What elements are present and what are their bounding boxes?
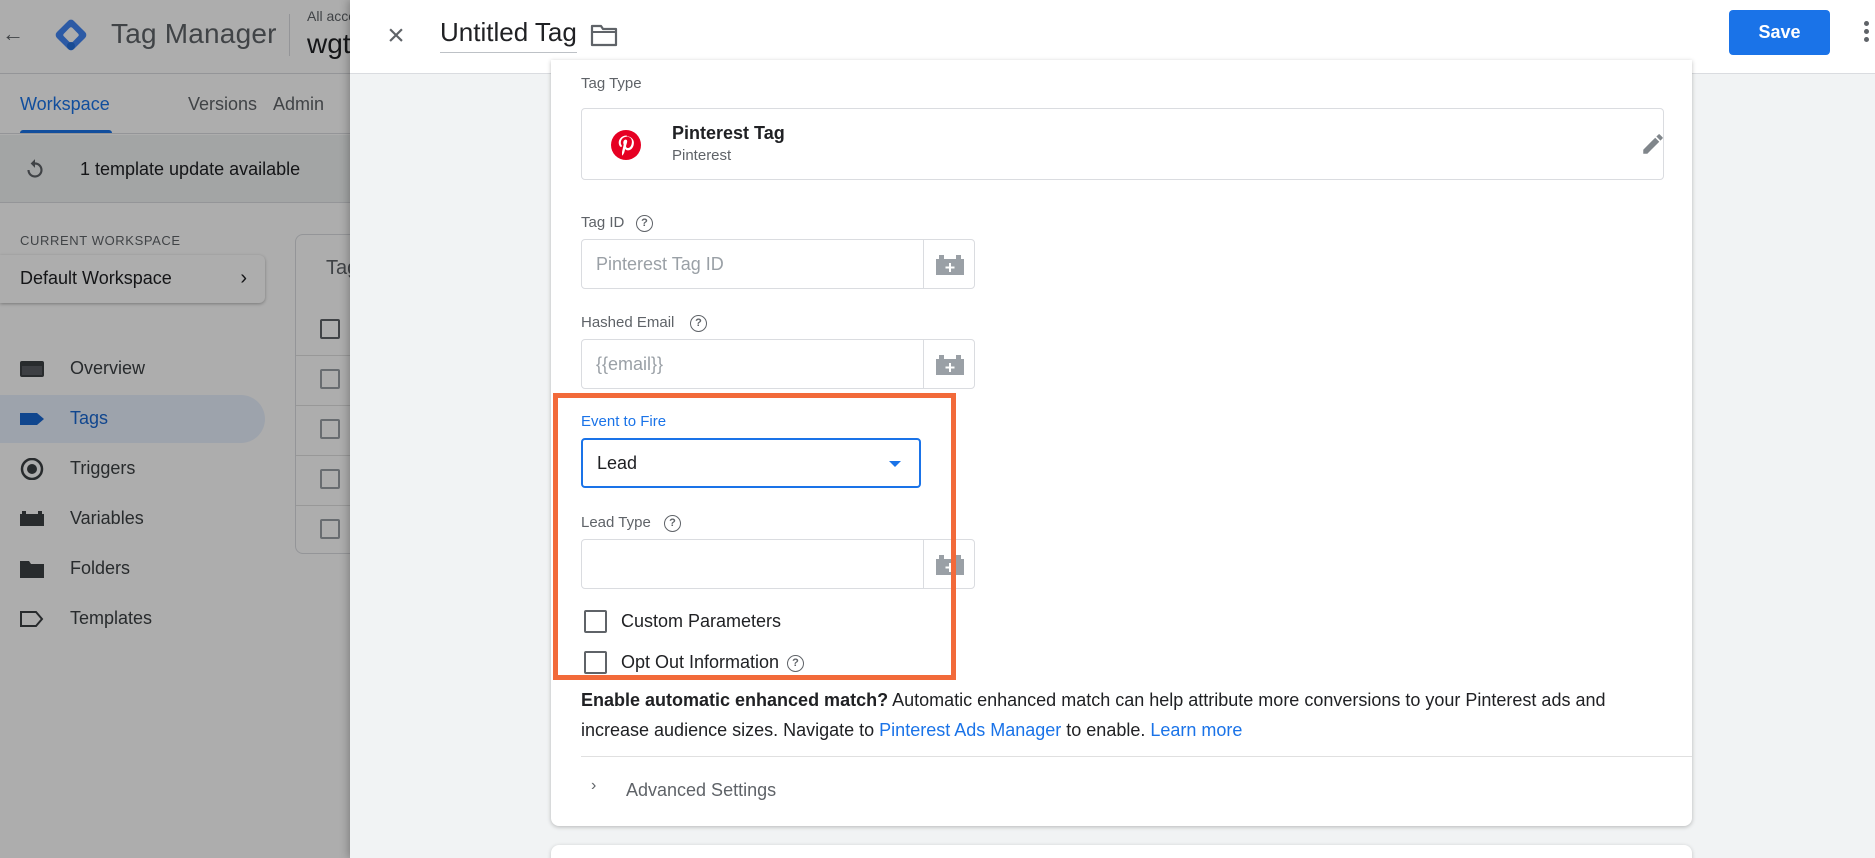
- opt-out-label[interactable]: Opt Out Information: [621, 652, 779, 673]
- lead-type-label: Lead Type: [581, 514, 651, 531]
- tag-id-label: Tag ID: [581, 214, 625, 231]
- enhanced-match-info: Enable automatic enhanced match? Automat…: [581, 685, 1671, 745]
- pencil-edit-icon[interactable]: [1640, 131, 1666, 157]
- help-icon[interactable]: ?: [664, 515, 681, 532]
- advanced-settings-label: Advanced Settings: [626, 780, 777, 800]
- variable-brick-icon: [936, 555, 964, 575]
- event-to-fire-value: Lead: [597, 453, 638, 473]
- help-icon[interactable]: ?: [787, 655, 804, 672]
- variable-brick-icon: [936, 255, 964, 275]
- event-to-fire-dropdown[interactable]: Lead: [581, 438, 921, 488]
- close-icon[interactable]: ×: [378, 18, 414, 54]
- tag-name-field[interactable]: Untitled Tag: [440, 17, 577, 53]
- folder-icon[interactable]: [590, 22, 618, 48]
- hashed-email-input[interactable]: [581, 339, 924, 389]
- save-button[interactable]: Save: [1729, 10, 1830, 55]
- variable-brick-icon: [936, 355, 964, 375]
- enhanced-match-heading: Enable automatic enhanced match?: [581, 690, 889, 710]
- insert-variable-button[interactable]: [923, 539, 975, 589]
- help-icon[interactable]: ?: [636, 215, 653, 232]
- tag-editor-panel: × Untitled Tag Save Tag Type Pinterest T…: [350, 0, 1875, 858]
- learn-more-link[interactable]: Learn more: [1150, 720, 1242, 740]
- pinterest-icon: [611, 130, 641, 160]
- more-options-icon[interactable]: [1858, 18, 1874, 50]
- custom-parameters-checkbox[interactable]: [584, 610, 607, 633]
- tag-configuration-card: Tag Type Pinterest Tag Pinterest Tag ID …: [551, 60, 1692, 826]
- insert-variable-button[interactable]: [923, 339, 975, 389]
- tag-id-input[interactable]: [581, 239, 924, 289]
- event-to-fire-label: Event to Fire: [581, 413, 667, 430]
- chevron-right-icon: ›: [591, 777, 597, 794]
- opt-out-checkbox[interactable]: [584, 651, 607, 674]
- advanced-settings-toggle[interactable]: › Advanced Settings: [581, 765, 981, 815]
- tag-type-label: Tag Type: [581, 75, 642, 92]
- tag-type-name: Pinterest Tag: [672, 123, 785, 143]
- help-icon[interactable]: ?: [690, 315, 707, 332]
- lead-type-input[interactable]: [581, 539, 924, 589]
- tag-type-selector[interactable]: Pinterest Tag Pinterest: [581, 108, 1664, 180]
- tag-type-vendor: Pinterest: [672, 147, 732, 164]
- pinterest-ads-manager-link[interactable]: Pinterest Ads Manager: [879, 720, 1061, 740]
- hashed-email-label: Hashed Email: [581, 314, 675, 331]
- custom-parameters-label[interactable]: Custom Parameters: [621, 611, 781, 632]
- insert-variable-button[interactable]: [923, 239, 975, 289]
- triggering-card: [551, 845, 1692, 858]
- dropdown-caret-icon: [889, 461, 901, 467]
- enhanced-match-text-2: to enable.: [1061, 720, 1151, 740]
- section-divider: [581, 756, 1692, 757]
